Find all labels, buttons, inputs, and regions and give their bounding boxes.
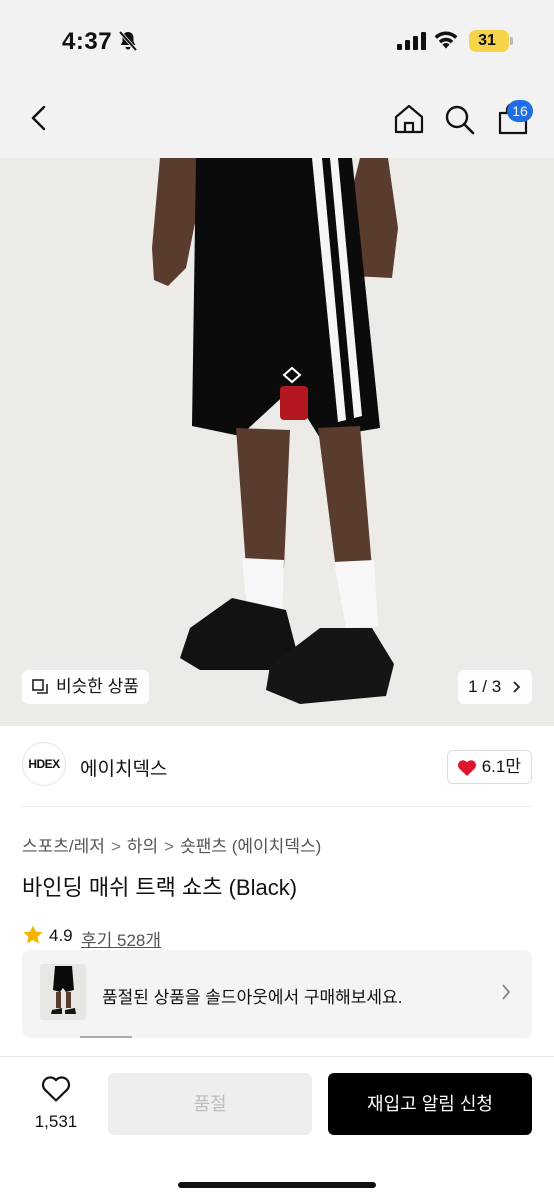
brand-name[interactable]: 에이치덱스 [80, 754, 167, 781]
product-title: 바인딩 매쉬 트랙 쇼츠 (Black) [22, 875, 298, 900]
star-icon [23, 925, 43, 944]
chevron-right-icon [502, 984, 511, 1000]
wishlist-count: 1,531 [34, 1112, 78, 1131]
brand-logo[interactable]: HDEX [22, 742, 66, 786]
product-photo [0, 158, 554, 726]
status-bar: 4:37 31 [0, 0, 554, 80]
similar-icon [32, 679, 48, 694]
breadcrumb-item[interactable]: 숏팬츠 (에이치덱스) [180, 837, 321, 856]
soldout-banner-text: 품절된 상품을 솔드아웃에서 구매해보세요. [102, 988, 403, 1007]
signal-icon [397, 32, 426, 50]
wishlist-button[interactable]: 1,531 [26, 1075, 86, 1132]
bell-slash-icon [118, 30, 138, 52]
breadcrumb: 스포츠/레저 > 하의 > 숏팬츠 (에이치덱스) [22, 832, 321, 857]
cart-count-badge: 16 [507, 100, 533, 122]
search-icon[interactable] [444, 104, 476, 136]
similar-products-button[interactable]: 비슷한 상품 [22, 670, 149, 704]
chevron-right-icon: > [164, 837, 175, 856]
soldout-banner[interactable]: 품절된 상품을 솔드아웃에서 구매해보세요. [22, 950, 532, 1038]
battery-indicator: 31 [469, 30, 509, 52]
similar-products-label: 비슷한 상품 [56, 677, 139, 696]
breadcrumb-item[interactable]: 하의 [127, 837, 158, 856]
review-count-link[interactable]: 후기 528개 [81, 926, 161, 951]
chevron-right-icon [513, 681, 521, 693]
heart-icon [457, 760, 476, 776]
image-pager[interactable]: 1 / 3 [458, 670, 532, 704]
battery-tip [510, 37, 513, 45]
battery-level: 31 [478, 32, 496, 49]
back-icon[interactable] [26, 104, 54, 132]
top-nav: 16 [0, 80, 554, 158]
divider [22, 806, 532, 807]
soldout-button: 품절 [108, 1073, 312, 1135]
soldout-thumbnail [40, 964, 86, 1020]
heart-icon [41, 1076, 71, 1102]
bottom-action-bar: 1,531 품절 재입고 알림 신청 [0, 1056, 554, 1200]
wifi-icon [434, 31, 458, 49]
breadcrumb-item[interactable]: 스포츠/레저 [22, 837, 105, 856]
home-icon[interactable] [392, 102, 426, 136]
carousel-scroll-indicator [80, 1036, 132, 1038]
image-pager-label: 1 / 3 [468, 677, 502, 696]
brand-like-count: 6.1만 [481, 757, 521, 776]
rating-score: 4.9 [49, 926, 73, 945]
home-indicator [178, 1182, 376, 1188]
brand-like-button[interactable]: 6.1만 [446, 750, 532, 784]
restock-alert-button[interactable]: 재입고 알림 신청 [328, 1073, 532, 1135]
status-time: 4:37 [62, 28, 113, 55]
product-image[interactable]: 비슷한 상품 1 / 3 [0, 158, 554, 726]
chevron-right-icon: > [110, 837, 121, 856]
brand-row[interactable]: HDEX 에이치덱스 6.1만 [22, 742, 532, 792]
